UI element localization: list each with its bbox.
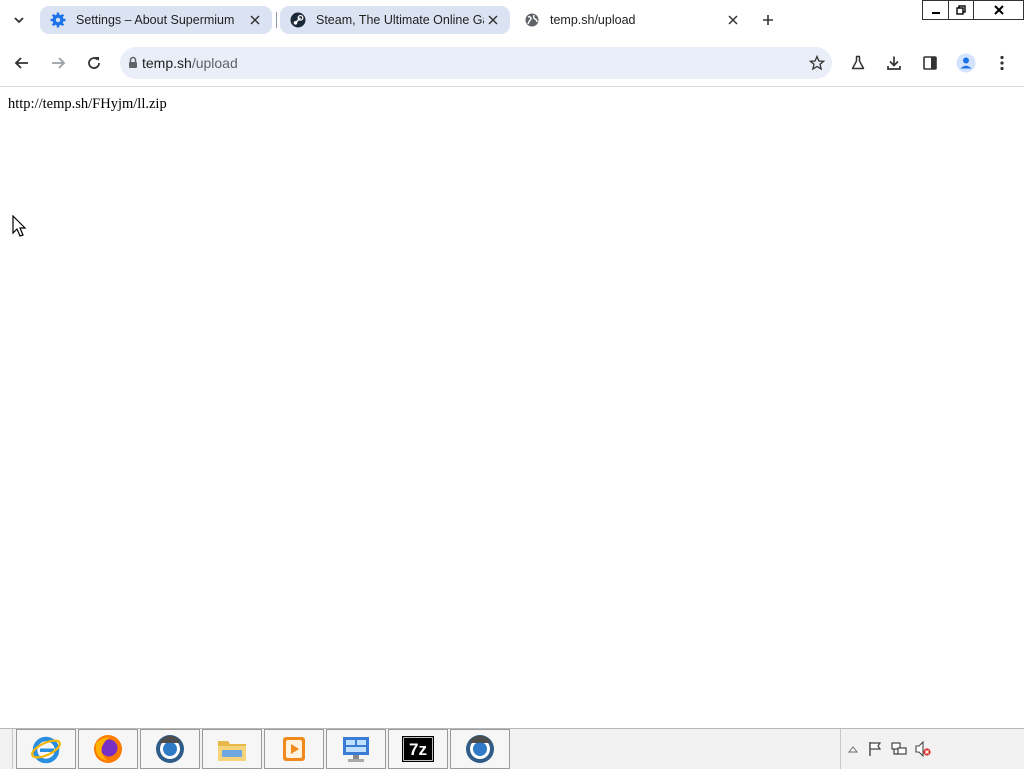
action-center-button[interactable] bbox=[867, 741, 883, 757]
arrow-right-icon bbox=[52, 57, 66, 69]
tab-separator bbox=[276, 12, 277, 28]
close-icon bbox=[728, 15, 738, 25]
chevron-up-icon bbox=[848, 746, 858, 753]
media-player-icon bbox=[283, 737, 305, 761]
star-icon bbox=[809, 55, 825, 71]
taskbar-file-explorer[interactable] bbox=[202, 729, 262, 769]
7zip-icon: 7z bbox=[402, 736, 434, 762]
gear-icon bbox=[50, 12, 66, 28]
close-icon bbox=[993, 5, 1004, 15]
labs-button[interactable] bbox=[845, 50, 871, 76]
close-icon bbox=[250, 15, 260, 25]
more-vertical-icon bbox=[1000, 55, 1004, 71]
arrow-left-icon bbox=[14, 57, 28, 69]
show-hidden-icons-button[interactable] bbox=[845, 741, 861, 757]
steam-icon bbox=[290, 12, 306, 28]
chevron-down-icon bbox=[14, 17, 24, 24]
firefox-icon bbox=[94, 735, 122, 763]
chromium-icon bbox=[156, 735, 184, 763]
restore-icon bbox=[956, 5, 966, 15]
tab-settings[interactable]: Settings – About Supermium bbox=[40, 6, 272, 34]
bookmark-button[interactable] bbox=[804, 50, 830, 76]
taskbar-chromium-2[interactable] bbox=[450, 729, 510, 769]
chromium-icon bbox=[466, 735, 494, 763]
minimize-button[interactable] bbox=[922, 0, 948, 20]
reload-icon bbox=[88, 57, 100, 69]
file-explorer-icon bbox=[218, 741, 246, 761]
restore-button[interactable] bbox=[948, 0, 974, 20]
close-tab-button[interactable] bbox=[484, 11, 502, 29]
flask-icon bbox=[851, 55, 865, 70]
system-tray bbox=[840, 729, 1024, 769]
url-domain: temp.sh bbox=[142, 55, 192, 71]
browser-toolbar: temp.sh/upload bbox=[0, 40, 1024, 87]
close-icon bbox=[488, 15, 498, 25]
reload-button[interactable] bbox=[81, 50, 107, 76]
page-content-text: http://temp.sh/FHyjm/ll.zip bbox=[8, 96, 167, 112]
avatar-icon bbox=[956, 53, 976, 73]
taskbar-chromium[interactable] bbox=[140, 729, 200, 769]
address-bar[interactable]: temp.sh/upload bbox=[120, 47, 832, 79]
profile-button[interactable] bbox=[953, 50, 979, 76]
back-button[interactable] bbox=[9, 50, 35, 76]
close-window-button[interactable] bbox=[974, 0, 1024, 20]
speaker-muted-icon bbox=[915, 741, 931, 757]
tab-steam[interactable]: Steam, The Ultimate Online Game Platform bbox=[280, 6, 510, 34]
close-tab-button[interactable] bbox=[246, 11, 264, 29]
globe-icon bbox=[524, 12, 540, 28]
side-panel-button[interactable] bbox=[917, 50, 943, 76]
taskbar-firefox[interactable] bbox=[78, 729, 138, 769]
download-icon bbox=[887, 56, 901, 70]
volume-button[interactable] bbox=[915, 741, 931, 757]
network-icon bbox=[891, 742, 907, 755]
lock-icon bbox=[128, 56, 138, 74]
tab-strip: Settings – About Supermium Steam, The Ul… bbox=[0, 0, 1024, 40]
menu-button[interactable] bbox=[989, 50, 1015, 76]
taskbar-7zip[interactable]: 7z bbox=[388, 729, 448, 769]
taskbar-media-player[interactable] bbox=[264, 729, 324, 769]
url-path: /upload bbox=[191, 55, 238, 71]
network-button[interactable] bbox=[891, 741, 907, 757]
tab-title: Settings – About Supermium bbox=[76, 13, 235, 27]
tab-temp-sh[interactable]: temp.sh/upload bbox=[514, 6, 750, 34]
taskbar-internet-explorer[interactable] bbox=[16, 729, 76, 769]
close-tab-button[interactable] bbox=[724, 11, 742, 29]
forward-button[interactable] bbox=[45, 50, 71, 76]
plus-icon bbox=[763, 15, 773, 25]
downloads-button[interactable] bbox=[881, 50, 907, 76]
flag-icon bbox=[869, 742, 882, 756]
new-tab-button[interactable] bbox=[756, 8, 780, 32]
mouse-cursor-icon bbox=[12, 214, 28, 244]
tab-search-button[interactable] bbox=[6, 8, 32, 32]
internet-explorer-icon bbox=[31, 736, 61, 764]
taskbar-edge bbox=[0, 729, 13, 769]
url-text: temp.sh/upload bbox=[142, 55, 238, 71]
minimize-icon bbox=[931, 12, 940, 14]
taskbar-control-panel[interactable] bbox=[326, 729, 386, 769]
control-panel-icon bbox=[343, 737, 369, 762]
side-panel-icon bbox=[923, 56, 937, 70]
7zip-label: 7z bbox=[409, 740, 427, 759]
tab-title: Steam, The Ultimate Online Game Platform bbox=[316, 13, 484, 27]
taskbar: 7z bbox=[0, 728, 1024, 769]
tab-title: temp.sh/upload bbox=[550, 13, 636, 27]
